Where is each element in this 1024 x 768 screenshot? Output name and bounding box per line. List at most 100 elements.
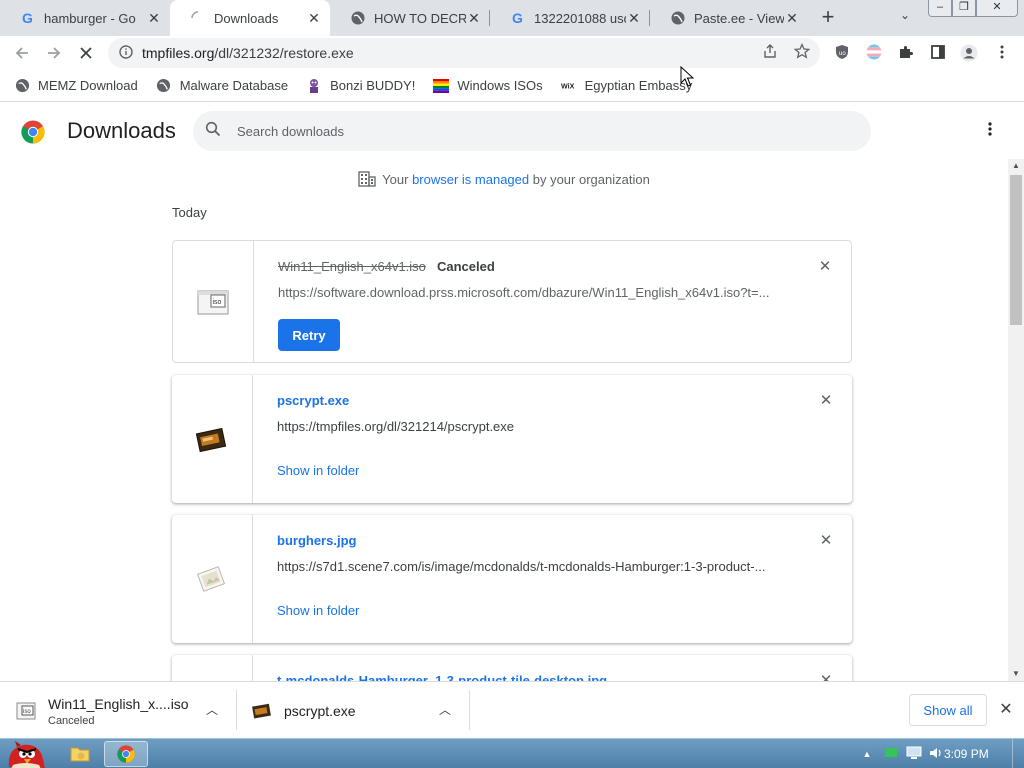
profile-avatar-icon[interactable] <box>960 44 978 62</box>
download-filename-link[interactable]: burghers.jpg <box>277 533 356 548</box>
show-in-folder-link[interactable]: Show in folder <box>277 463 359 478</box>
show-in-folder-link[interactable]: Show in folder <box>277 603 359 618</box>
download-status: Canceled <box>437 259 495 274</box>
download-card: t-mcdonalds-Hamburger_1-3-product-tile-d… <box>172 655 852 681</box>
tab-hamburger-google[interactable]: G hamburger - Go ✕ <box>0 0 170 36</box>
mouse-cursor-icon <box>680 66 694 87</box>
stop-loading-icon[interactable] <box>73 40 99 66</box>
tab-paste-ee[interactable]: Paste.ee - View ✕ <box>650 0 808 36</box>
tab-close-icon[interactable]: ✕ <box>306 10 322 26</box>
bookmark-memz-download[interactable]: MEMZ Download <box>14 72 138 100</box>
bookmark-label: Windows ISOs <box>457 78 543 93</box>
browser-managed-link[interactable]: browser is managed <box>412 172 529 187</box>
volume-speaker-icon[interactable] <box>928 746 944 763</box>
download-card: burghers.jpg https://s7d1.scene7.com/is/… <box>172 515 852 643</box>
tab-close-icon[interactable]: ✕ <box>784 10 800 26</box>
tab-title: hamburger - Go <box>44 10 136 26</box>
tab-how-to-decrypt[interactable]: HOW TO DECRY ✕ <box>330 0 490 36</box>
globe-icon <box>156 78 172 94</box>
managed-suffix: by your organization <box>529 172 650 187</box>
back-arrow-icon[interactable] <box>9 40 35 66</box>
explorer-folder-icon[interactable] <box>58 741 102 767</box>
loading-spinner-icon <box>190 10 206 26</box>
download-details: pscrypt.exe https://tmpfiles.org/dl/3212… <box>253 375 852 503</box>
scroll-down-arrow-icon[interactable]: ▼ <box>1008 667 1024 681</box>
page-scrollbar[interactable]: ▲ ▼ <box>1008 159 1024 681</box>
google-icon: G <box>510 10 526 26</box>
shelf-item-text: Win11_English_x....iso Canceled <box>48 696 189 727</box>
action-center-flag-icon[interactable] <box>884 746 898 763</box>
show-desktop-button[interactable] <box>1012 739 1024 768</box>
globe-icon <box>670 10 686 26</box>
search-downloads-input[interactable]: Search downloads <box>193 111 871 151</box>
network-monitor-icon[interactable] <box>906 746 922 763</box>
bookmark-star-icon[interactable] <box>793 42 811 61</box>
show-all-button[interactable]: Show all <box>909 694 987 726</box>
remove-download-close-icon[interactable]: ✕ <box>818 393 834 409</box>
bookmark-egyptian-embassy[interactable]: WiX Egyptian Embassy <box>561 72 693 100</box>
download-filename: Win11_English_x64v1.iso <box>278 259 426 274</box>
remove-download-close-icon[interactable]: ✕ <box>818 533 834 549</box>
bonzi-icon <box>306 78 322 94</box>
iso-file-icon: iso <box>16 702 36 720</box>
shelf-separator <box>236 690 237 730</box>
managed-prefix: Your <box>382 172 413 187</box>
remove-download-close-icon[interactable]: ✕ <box>818 673 834 682</box>
close-shelf-icon[interactable]: ✕ <box>998 702 1014 718</box>
download-card: iso Win11_English_x64v1.iso Canceled htt… <box>172 240 852 363</box>
downloads-header: Downloads Search downloads <box>0 103 1008 159</box>
chevron-up-icon[interactable]: ︿ <box>204 702 220 718</box>
file-icon-column <box>172 515 253 643</box>
tab-close-icon[interactable]: ✕ <box>466 10 482 26</box>
shelf-item-iso[interactable]: iso Win11_English_x....iso Canceled <box>16 688 216 734</box>
tab-usd[interactable]: G 1322201088 usd ✕ <box>490 0 650 36</box>
share-icon[interactable] <box>761 43 779 61</box>
side-panel-icon[interactable] <box>929 44 947 62</box>
close-window-button[interactable]: ✕ <box>976 0 1018 17</box>
tab-downloads[interactable]: Downloads ✕ <box>170 0 330 36</box>
bookmark-malware-database[interactable]: Malware Database <box>156 72 288 100</box>
bookmark-windows-isos[interactable]: Windows ISOs <box>433 72 543 100</box>
retry-button[interactable]: Retry <box>278 319 340 351</box>
chrome-taskbar-icon[interactable] <box>104 741 148 767</box>
minimize-button[interactable]: – <box>928 0 952 17</box>
bookmarks-bar: MEMZ Download Malware Database Bonzi BUD… <box>0 70 1024 102</box>
shelf-item-pscrypt[interactable]: pscrypt.exe <box>252 688 432 734</box>
chrome-menu-kebab-icon[interactable] <box>993 44 1011 62</box>
shelf-item-name: pscrypt.exe <box>284 703 356 719</box>
trans-flag-extension-icon[interactable] <box>865 44 883 62</box>
chevron-up-icon[interactable]: ︿ <box>437 702 453 718</box>
start-button-angry-bird-icon[interactable] <box>0 741 52 768</box>
file-icon-column: iso <box>173 241 254 362</box>
tab-title: 1322201088 usd <box>534 10 626 26</box>
tab-search-chevron-icon[interactable]: ⌄ <box>896 8 914 26</box>
tab-close-icon[interactable]: ✕ <box>146 10 162 26</box>
download-source-url[interactable]: https://s7d1.scene7.com/is/image/mcdonal… <box>277 559 777 574</box>
extensions-puzzle-icon[interactable] <box>897 44 915 62</box>
exe-file-icon <box>252 703 271 719</box>
tab-close-icon[interactable]: ✕ <box>626 10 642 26</box>
tray-expand-arrow-icon[interactable]: ▲ <box>860 749 874 759</box>
download-source-url[interactable]: https://tmpfiles.org/dl/321214/pscrypt.e… <box>277 419 777 434</box>
site-info-icon[interactable] <box>118 44 134 62</box>
download-source-url[interactable]: https://software.download.prss.microsoft… <box>278 285 778 300</box>
address-bar[interactable]: tmpfiles.org/dl/321232/restore.exe <box>108 38 820 68</box>
download-filename-link[interactable]: t-mcdonalds-Hamburger_1-3-product-tile-d… <box>277 673 607 681</box>
scrollbar-thumb[interactable] <box>1010 175 1022 325</box>
download-filename-link[interactable]: pscrypt.exe <box>277 393 349 408</box>
downloads-menu-kebab-icon[interactable] <box>980 121 1000 141</box>
download-shelf: iso Win11_English_x....iso Canceled ︿ ps… <box>0 681 1024 738</box>
new-tab-button[interactable]: + <box>815 5 841 31</box>
scroll-up-arrow-icon[interactable]: ▲ <box>1008 159 1024 173</box>
date-section-label: Today <box>172 205 207 220</box>
restore-button[interactable]: ❐ <box>952 0 976 17</box>
remove-download-close-icon[interactable]: ✕ <box>817 259 833 275</box>
bookmark-bonzi-buddy[interactable]: Bonzi BUDDY! <box>306 72 415 100</box>
shelf-separator <box>469 690 470 730</box>
windows-taskbar: ▲ 3:09 PM <box>0 738 1024 768</box>
ublock-shield-icon[interactable]: uo <box>833 44 851 62</box>
forward-arrow-icon[interactable] <box>41 40 67 66</box>
svg-text:uo: uo <box>839 51 846 57</box>
taskbar-clock[interactable]: 3:09 PM <box>944 747 989 761</box>
svg-text:G: G <box>22 10 33 26</box>
